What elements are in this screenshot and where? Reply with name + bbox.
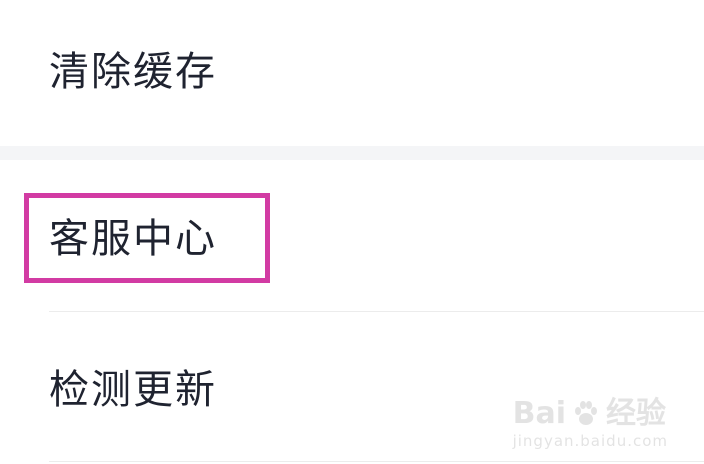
watermark-logo-text-right: 经验 xyxy=(605,396,666,431)
watermark-url: jingyan.baidu.com xyxy=(512,432,668,450)
menu-item-customer-service[interactable]: 客服中心 xyxy=(0,160,704,311)
baidu-jingyan-watermark: Bai 经验 jingyan.baidu.com xyxy=(512,399,668,451)
watermark-logo-text-left: Bai xyxy=(512,396,566,431)
watermark-logo: Bai 经验 xyxy=(513,399,668,429)
paw-icon xyxy=(574,401,597,425)
menu-item-label: 客服中心 xyxy=(49,216,217,262)
menu-item-label: 清除缓存 xyxy=(49,49,217,95)
settings-screen: 清除缓存 客服中心 检测更新 Bai 经验 jingyan.baidu.com xyxy=(0,0,704,464)
menu-item-label: 检测更新 xyxy=(49,367,217,413)
menu-item-clear-cache[interactable]: 清除缓存 xyxy=(0,0,704,146)
section-separator xyxy=(0,146,704,160)
divider xyxy=(49,461,704,462)
